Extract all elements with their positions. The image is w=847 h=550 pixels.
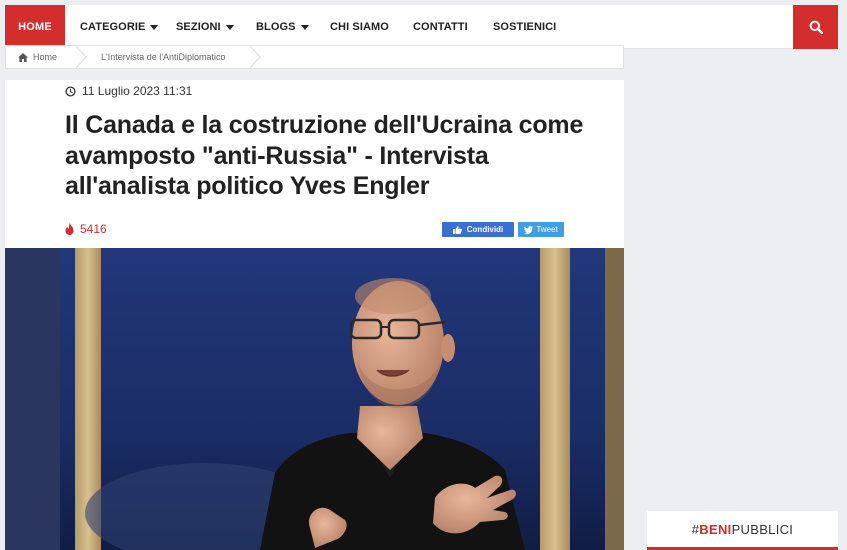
nav-item-blogs[interactable]: BLOGS (256, 5, 309, 49)
nav-item-label: BLOGS (256, 21, 296, 33)
widget-hash: # (691, 521, 700, 537)
nav-item-categorie[interactable]: CATEGORIE (80, 5, 159, 49)
fire-icon (65, 223, 74, 235)
sidebar-widget-beni-pubblici[interactable]: # BENI PUBBLICI (647, 511, 838, 550)
caret-down-icon (300, 24, 309, 30)
twitter-icon (524, 225, 534, 234)
clock-icon (65, 85, 76, 97)
article-date-text: 11 Luglio 2023 11:31 (82, 84, 193, 98)
nav-item-label: SEZIONI (176, 21, 221, 33)
article-date: 11 Luglio 2023 11:31 (65, 84, 192, 98)
breadcrumb-separator (249, 46, 261, 68)
nav-item-label: CONTATTI (413, 21, 468, 33)
search-button[interactable] (793, 5, 838, 49)
breadcrumb-home-label: Home (33, 52, 58, 62)
nav-item-sostienici[interactable]: SOSTIENICI (493, 5, 556, 49)
article-header: 11 Luglio 2023 11:31 Il Canada e la cost… (5, 80, 624, 248)
nav-item-contatti[interactable]: CONTATTI (413, 5, 468, 49)
breadcrumb-separator (75, 46, 87, 68)
nav-item-label: SOSTIENICI (493, 21, 557, 33)
article-title: Il Canada e la costruzione dell'Ucraina … (65, 111, 584, 200)
nav-home-button[interactable]: HOME (5, 5, 65, 49)
speaker-photo (5, 248, 624, 550)
search-icon (809, 20, 823, 34)
home-icon (18, 52, 28, 62)
nav-item-sezioni[interactable]: SEZIONI (176, 5, 234, 49)
nav-item-chi-siamo[interactable]: CHI SIAMO (330, 5, 389, 49)
caret-down-icon (225, 24, 234, 30)
thumbs-up-icon (452, 225, 462, 234)
facebook-share-button[interactable]: Condividi (442, 222, 514, 237)
article-views-count: 5416 (80, 222, 107, 236)
widget-title-rest: PUBBLICI (731, 521, 794, 537)
main-navbar: HOME CATEGORIE SEZIONI BLOGS CHI SIAMO C… (5, 5, 838, 49)
article-views: 5416 (65, 222, 107, 236)
widget-title-red: BENI (699, 521, 732, 537)
breadcrumb-current-link[interactable]: L'Intervista de l'AntiDiplomatico (101, 46, 226, 68)
nav-item-label: CATEGORIE (80, 21, 146, 33)
nav-item-label: CHI SIAMO (330, 21, 389, 33)
facebook-share-label: Condividi (466, 225, 504, 234)
twitter-share-label: Tweet (536, 225, 558, 234)
breadcrumb-home-link[interactable]: Home (18, 46, 57, 68)
twitter-share-button[interactable]: Tweet (518, 222, 564, 237)
article-image (5, 248, 624, 550)
breadcrumb: Home L'Intervista de l'AntiDiplomatico (5, 45, 624, 69)
caret-down-icon (150, 24, 159, 30)
